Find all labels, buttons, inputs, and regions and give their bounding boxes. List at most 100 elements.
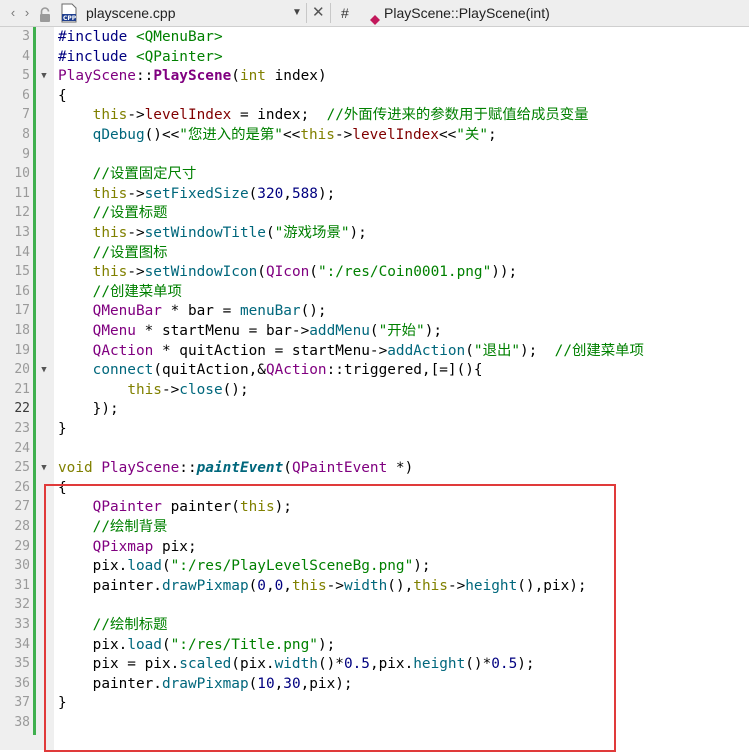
code-line[interactable]: 14 //设置图标: [0, 243, 749, 263]
code-token: width: [343, 577, 388, 594]
code-line[interactable]: 4 #include <QPainter>: [0, 47, 749, 67]
code-line[interactable]: 18 QMenu * startMenu = bar->addMenu("开始"…: [0, 321, 749, 341]
code-token: qDebug: [92, 127, 145, 143]
code-token: ::triggered,[=](){: [326, 362, 483, 379]
code-token: //绘制背景: [92, 519, 168, 535]
code-line[interactable]: 3 #include <QMenuBar>: [0, 27, 749, 47]
code-token: PlayScene: [92, 460, 180, 477]
code-token: height: [465, 577, 518, 594]
code-line[interactable]: 23}: [0, 419, 749, 439]
back-icon[interactable]: ‹: [6, 0, 20, 26]
code-line[interactable]: 9: [0, 145, 749, 165]
code-token: ();: [222, 381, 249, 398]
code-token: (: [231, 68, 240, 85]
close-file-icon[interactable]: ✕: [312, 0, 325, 26]
code-token: drawPixmap: [161, 675, 249, 692]
code-token: ,: [283, 577, 292, 594]
code-token: this: [92, 185, 128, 202]
code-text: QAction * quitAction = startMenu->addAct…: [58, 341, 644, 361]
code-line[interactable]: 25 ▼ void PlayScene::paintEvent(QPaintEven…: [0, 458, 749, 478]
code-line[interactable]: 33 //绘制标题: [0, 615, 749, 635]
code-line[interactable]: 37}: [0, 693, 749, 713]
code-token: (: [283, 460, 292, 477]
code-token: this: [239, 499, 275, 516]
code-token: this: [413, 577, 448, 594]
code-line[interactable]: 16 //创建菜单项: [0, 282, 749, 302]
code-line[interactable]: 27 QPainter painter(this);: [0, 497, 749, 517]
code-token: menuBar: [239, 303, 301, 320]
fold-arrow-icon[interactable]: ▼: [38, 458, 50, 478]
code-line[interactable]: 36 painter.drawPixmap(10,30,pix);: [0, 674, 749, 694]
code-line[interactable]: 15 this->setWindowIcon(QIcon(":/res/Coin…: [0, 262, 749, 282]
code-line[interactable]: 34 pix.load(":/res/Title.png");: [0, 635, 749, 655]
code-token: ,: [283, 185, 292, 202]
code-line[interactable]: 19 QAction * quitAction = startMenu->add…: [0, 341, 749, 361]
forward-icon[interactable]: ›: [20, 0, 34, 26]
code-token: drawPixmap: [161, 577, 249, 594]
code-line[interactable]: 24: [0, 439, 749, 459]
line-number: 5: [22, 68, 30, 84]
code-token: height: [413, 656, 466, 673]
symbol-hash-label[interactable]: #: [341, 0, 349, 26]
code-line[interactable]: 20 ▼ connect(quitAction,&QAction::trigger…: [0, 360, 749, 380]
code-token: }: [58, 695, 67, 712]
code-line[interactable]: 7 this->levelIndex = index; //外面传进来的参数用于…: [0, 105, 749, 125]
code-line[interactable]: 8 qDebug()<<"您进入的是第"<<this->levelIndex<<…: [0, 125, 749, 145]
code-token: ":/res/Title.png": [170, 636, 318, 653]
code-line[interactable]: 35 pix = pix.scaled(pix.width()*0.5,pix.…: [0, 654, 749, 674]
code-token: (: [257, 264, 266, 281]
fold-arrow-icon[interactable]: ▼: [38, 66, 50, 86]
lock-icon[interactable]: [38, 5, 52, 22]
code-line[interactable]: 22 });: [0, 399, 749, 419]
code-text: pix.load(":/res/PlayLevelSceneBg.png");: [58, 556, 431, 576]
code-line[interactable]: 32: [0, 595, 749, 615]
code-token: PlayScene: [58, 68, 136, 85]
code-line[interactable]: 5 ▼ PlayScene::PlayScene(int index): [0, 66, 749, 86]
code-token: );: [520, 342, 555, 359]
code-token: "退出": [473, 342, 521, 359]
file-dropdown-icon[interactable]: ▼: [292, 0, 302, 26]
code-token: );: [317, 636, 336, 653]
code-token: *): [387, 460, 414, 477]
code-token: ->: [326, 577, 344, 594]
code-line[interactable]: 21 this->close();: [0, 380, 749, 400]
code-token: ":/res/Coin0001.png": [317, 264, 492, 281]
code-text: QPainter painter(this);: [58, 497, 292, 517]
current-function-selector[interactable]: PlayScene::PlayScene(int): [384, 0, 550, 26]
code-line[interactable]: 17 QMenuBar * bar = menuBar();: [0, 301, 749, 321]
code-token: );: [349, 225, 367, 241]
code-token: ,pix);: [300, 675, 353, 692]
code-token: QPaintEvent: [291, 460, 388, 477]
code-text: //设置固定尺寸: [58, 164, 197, 184]
code-editor[interactable]: 3 #include <QMenuBar> 4 #include <QPainter>…: [0, 27, 749, 752]
code-text: //设置图标: [58, 243, 168, 263]
code-line[interactable]: 6{: [0, 86, 749, 106]
code-line[interactable]: 10 //设置固定尺寸: [0, 164, 749, 184]
open-file-name[interactable]: playscene.cpp: [86, 0, 176, 26]
code-line[interactable]: 28 //绘制背景: [0, 517, 749, 537]
code-line[interactable]: 38: [0, 713, 749, 733]
code-token: ();: [300, 303, 327, 320]
code-line[interactable]: 12 //设置标题: [0, 203, 749, 223]
code-token: #include: [58, 29, 136, 45]
line-number: 24: [14, 440, 30, 456]
code-token: this: [92, 225, 128, 241]
code-line[interactable]: 26 {: [0, 478, 749, 498]
code-token: close: [179, 381, 223, 398]
fold-arrow-icon[interactable]: ▼: [38, 360, 50, 380]
code-line[interactable]: 29 QPixmap pix;: [0, 537, 749, 557]
code-line[interactable]: 31 painter.drawPixmap(0,0,this->width(),…: [0, 576, 749, 596]
code-line[interactable]: 13 this->setWindowTitle("游戏场景");: [0, 223, 749, 243]
editor-tab-bar: ‹ › CPP playscene.cpp ▼ ✕ # PlayScene::P…: [0, 0, 749, 27]
code-line[interactable]: 30 pix.load(":/res/PlayLevelSceneBg.png"…: [0, 556, 749, 576]
cpp-file-icon: CPP: [60, 3, 78, 23]
code-token: setWindowTitle: [144, 225, 266, 241]
code-line[interactable]: 11 this->setFixedSize(320,588);: [0, 184, 749, 204]
